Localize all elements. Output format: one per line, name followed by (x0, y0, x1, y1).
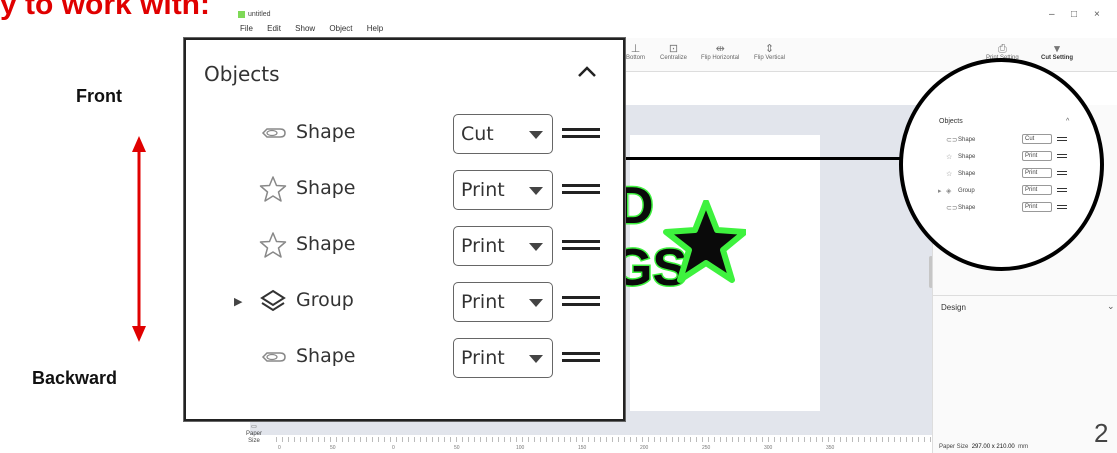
tool-bottom[interactable]: ⊥ Bottom (626, 43, 645, 61)
label-backward: Backward (32, 368, 118, 388)
zoom-row: ☆ Shape Print (936, 166, 1076, 183)
object-type-select[interactable]: Print (453, 338, 553, 378)
object-type-select[interactable]: Cut (453, 114, 553, 154)
maximize-icon[interactable]: □ (1071, 9, 1077, 20)
drag-handle-icon (1057, 137, 1067, 141)
app-titlebar: untitled – □ × (232, 0, 1117, 24)
drag-handle-icon (1057, 188, 1067, 192)
zoom-object-list: ⊂⊃ Shape Cut ☆ Shape Print ☆ Shape Print… (936, 132, 1076, 217)
zoom-chevron-up-icon: ^ (1066, 118, 1070, 125)
cutter-icon: ▾ (1054, 43, 1060, 55)
dropdown-caret-icon (529, 355, 543, 363)
object-row-group[interactable]: ▶ Group Print (186, 280, 623, 324)
dropdown-caret-icon (529, 131, 543, 139)
outline-shape-icon: ⊂⊃ (946, 137, 958, 144)
menu-help[interactable]: Help (367, 24, 383, 33)
app-logo-icon (238, 11, 245, 18)
divider (933, 295, 1117, 296)
menu-object[interactable]: Object (329, 24, 352, 33)
outline-shape-icon (261, 352, 286, 362)
menu-show[interactable]: Show (295, 24, 315, 33)
drag-handle-icon[interactable] (562, 240, 600, 250)
drag-handle-icon[interactable] (562, 352, 600, 362)
menu-file[interactable]: File (240, 24, 253, 33)
paper-size-button[interactable]: ▭ Paper Size (246, 424, 262, 445)
minimize-icon[interactable]: – (1049, 9, 1055, 20)
horizontal-ruler: 0 50 0 50 100 150 200 250 300 350 (276, 437, 936, 453)
drag-handle-icon[interactable] (562, 296, 600, 306)
label-front: Front (76, 86, 122, 106)
dropdown-caret-icon (529, 243, 543, 251)
outline-shape-icon (261, 128, 286, 138)
object-label: Shape (296, 121, 356, 143)
tool-centralize[interactable]: ⊡ Centralize (660, 43, 687, 61)
object-label: Shape (296, 177, 356, 199)
star-icon (259, 176, 287, 202)
star-artwork-icon (663, 200, 746, 283)
star-icon (259, 232, 287, 258)
zoom-row: ☆ Shape Print (936, 149, 1076, 166)
object-label: Shape (296, 233, 356, 255)
callout-line (625, 157, 901, 160)
drag-handle-icon (1057, 171, 1067, 175)
align-bottom-icon: ⊥ (630, 43, 641, 55)
flip-vertical-icon: ⇕ (764, 43, 775, 55)
star-icon: ☆ (946, 154, 953, 161)
objects-panel: Objects Shape Cut Shape Print Shape Prin… (184, 38, 625, 421)
menu-bar: File Edit Show Object Help (232, 24, 387, 38)
zoom-callout: Objects ^ ⊂⊃ Shape Cut ☆ Shape Print ☆ S… (899, 58, 1104, 271)
drag-handle-icon[interactable] (562, 128, 600, 138)
window-title: untitled (248, 11, 271, 18)
dropdown-caret-icon (529, 299, 543, 307)
zoom-objects-header: Objects (939, 118, 963, 125)
menu-edit[interactable]: Edit (267, 24, 281, 33)
page-icon: ▭ (251, 424, 257, 430)
tool-flip-vertical[interactable]: ⇕ Flip Vertical (754, 43, 785, 61)
expand-arrow-icon[interactable]: ▶ (234, 295, 242, 308)
drag-handle-icon[interactable] (562, 184, 600, 194)
close-icon[interactable]: × (1094, 9, 1100, 20)
page-number: 2 (1094, 418, 1109, 448)
star-icon: ☆ (946, 171, 953, 178)
tool-flip-horizontal[interactable]: ⇹ Flip Horizontal (701, 43, 739, 61)
chevron-up-icon[interactable] (575, 60, 599, 84)
centralize-icon: ⊡ (668, 43, 679, 55)
object-type-select[interactable]: Print (453, 170, 553, 210)
outline-shape-icon: ⊂⊃ (946, 205, 958, 212)
object-label: Shape (296, 345, 356, 367)
cut-setting-button[interactable]: ▾ Cut Setting (1041, 43, 1073, 61)
zoom-row: ⊂⊃ Shape Cut (936, 132, 1076, 149)
object-row[interactable]: Shape Cut (186, 112, 623, 156)
status-bar: Paper Size 297.00 x 210.00 mm (939, 444, 1029, 450)
object-row[interactable]: Shape Print (186, 336, 623, 380)
object-label: Group (296, 289, 354, 311)
chevron-down-icon[interactable]: ⌄ (1107, 301, 1115, 312)
double-arrow-icon (132, 136, 146, 342)
object-row[interactable]: Shape Print (186, 168, 623, 212)
printer-icon: ⎙ (997, 43, 1007, 55)
drag-handle-icon (1057, 154, 1067, 158)
zoom-row: ⊂⊃ Shape Print (936, 200, 1076, 217)
layers-icon (260, 289, 286, 312)
object-type-select[interactable]: Print (453, 282, 553, 322)
design-header[interactable]: Design (941, 303, 966, 312)
dropdown-caret-icon (529, 187, 543, 195)
layers-icon: ◈ (946, 188, 952, 195)
drag-handle-icon (1057, 205, 1067, 209)
object-type-select[interactable]: Print (453, 226, 553, 266)
zoom-row: ▸ ◈ Group Print (936, 183, 1076, 200)
object-row[interactable]: Shape Print (186, 224, 623, 268)
expand-arrow-icon: ▸ (938, 188, 942, 195)
flip-horizontal-icon: ⇹ (715, 43, 725, 55)
slide-title: y to work with: (0, 0, 210, 21)
objects-panel-title: Objects (204, 62, 280, 86)
